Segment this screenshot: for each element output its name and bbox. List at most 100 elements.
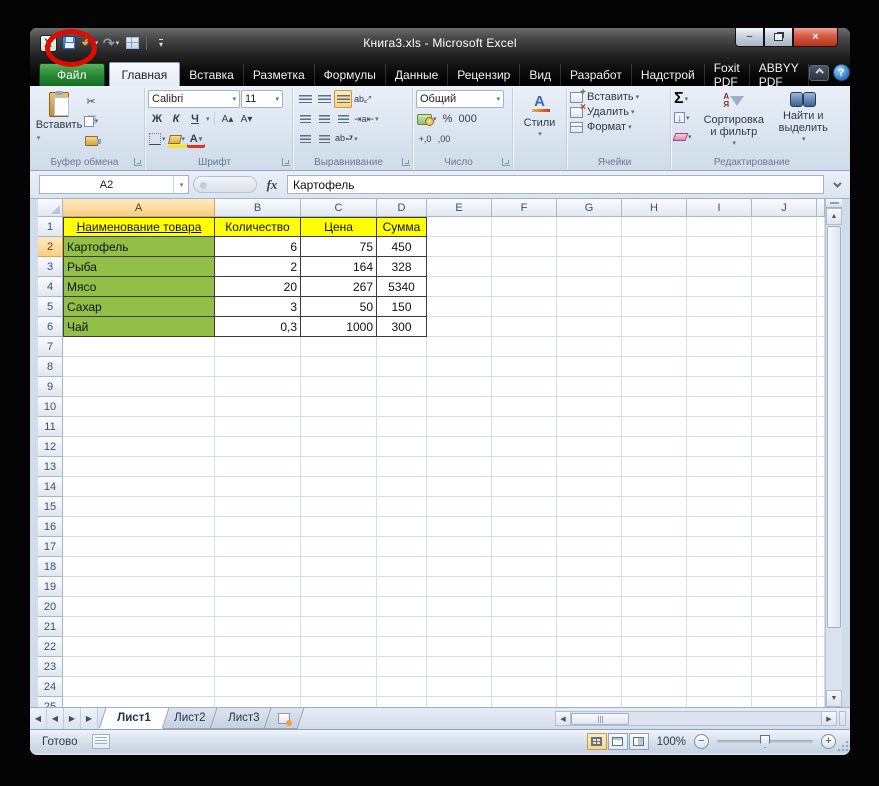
cell-G10[interactable] (557, 397, 622, 417)
cell-A14[interactable] (63, 477, 215, 497)
cell-D1[interactable]: Сумма (377, 217, 427, 237)
cell-D7[interactable] (377, 337, 427, 357)
row-header-7[interactable]: 7 (38, 337, 63, 357)
tab-надстрой[interactable]: Надстрой (632, 64, 705, 86)
cell-F8[interactable] (492, 357, 557, 377)
cell-J13[interactable] (752, 457, 817, 477)
font-family-combo[interactable]: Calibri ▾ (148, 90, 240, 108)
prev-sheet-button[interactable]: ◀ (47, 708, 64, 729)
cell-I20[interactable] (687, 597, 752, 617)
cell-F20[interactable] (492, 597, 557, 617)
cell-E21[interactable] (427, 617, 492, 637)
column-header-H[interactable]: H (622, 199, 687, 217)
cell-A15[interactable] (63, 497, 215, 517)
cell-I22[interactable] (687, 637, 752, 657)
cell-B21[interactable] (215, 617, 301, 637)
cell-I2[interactable] (687, 237, 752, 257)
cell-D13[interactable] (377, 457, 427, 477)
cell-E11[interactable] (427, 417, 492, 437)
row-header-1[interactable]: 1 (38, 217, 63, 237)
cell-J15[interactable] (752, 497, 817, 517)
cell-J1[interactable] (752, 217, 817, 237)
cell-G13[interactable] (557, 457, 622, 477)
cell-G4[interactable] (557, 277, 622, 297)
resize-grip[interactable] (837, 740, 848, 751)
cell-H24[interactable] (622, 677, 687, 697)
cell-F18[interactable] (492, 557, 557, 577)
page-break-view-button[interactable] (628, 733, 649, 750)
cell-B15[interactable] (215, 497, 301, 517)
cell-A9[interactable] (63, 377, 215, 397)
cell-I14[interactable] (687, 477, 752, 497)
cell-J21[interactable] (752, 617, 817, 637)
cell-J3[interactable] (752, 257, 817, 277)
cell-E12[interactable] (427, 437, 492, 457)
cell-G9[interactable] (557, 377, 622, 397)
cell-G6[interactable] (557, 317, 622, 337)
scroll-right-button[interactable]: ▶ (821, 711, 837, 726)
increase-indent-button[interactable] (315, 130, 333, 148)
cell-D19[interactable] (377, 577, 427, 597)
cell-H25[interactable] (622, 697, 687, 707)
close-button[interactable]: × (793, 28, 838, 47)
cell-H17[interactable] (622, 537, 687, 557)
cell-B23[interactable] (215, 657, 301, 677)
cell-J20[interactable] (752, 597, 817, 617)
cell-I8[interactable] (687, 357, 752, 377)
expand-formula-bar-button[interactable] (828, 175, 844, 194)
cell-E2[interactable] (427, 237, 492, 257)
cell-G14[interactable] (557, 477, 622, 497)
next-sheet-button[interactable]: ▶ (64, 708, 81, 729)
cell-C7[interactable] (301, 337, 377, 357)
column-header-D[interactable]: D (377, 199, 427, 217)
cell-H2[interactable] (622, 237, 687, 257)
tab-вставка[interactable]: Вставка (180, 64, 244, 86)
cell-C9[interactable] (301, 377, 377, 397)
cell-C18[interactable] (301, 557, 377, 577)
cell-J23[interactable] (752, 657, 817, 677)
column-header-E[interactable]: E (427, 199, 492, 217)
cell-A21[interactable] (63, 617, 215, 637)
cell-C4[interactable]: 267 (301, 277, 377, 297)
cell-J6[interactable] (752, 317, 817, 337)
horizontal-scrollbar[interactable]: ◀ ▶ (555, 708, 850, 729)
cell-C2[interactable]: 75 (301, 237, 377, 257)
underline-button[interactable]: Ч (186, 110, 204, 128)
cell-A11[interactable] (63, 417, 215, 437)
cell-E20[interactable] (427, 597, 492, 617)
cell-G5[interactable] (557, 297, 622, 317)
cell-F24[interactable] (492, 677, 557, 697)
cell-J7[interactable] (752, 337, 817, 357)
column-header-B[interactable]: B (215, 199, 301, 217)
cell-H19[interactable] (622, 577, 687, 597)
cell-D23[interactable] (377, 657, 427, 677)
cell-D18[interactable] (377, 557, 427, 577)
row-header-8[interactable]: 8 (38, 357, 63, 377)
cell-E19[interactable] (427, 577, 492, 597)
decrease-indent-button[interactable] (296, 130, 314, 148)
cell-I4[interactable] (687, 277, 752, 297)
cell-D20[interactable] (377, 597, 427, 617)
cell-A17[interactable] (63, 537, 215, 557)
italic-button[interactable]: К (167, 110, 185, 128)
cell-D3[interactable]: 328 (377, 257, 427, 277)
cell-H22[interactable] (622, 637, 687, 657)
tab-главная[interactable]: Главная (108, 62, 181, 86)
autosum-button[interactable]: Σ ▾ (674, 90, 699, 107)
cell-D15[interactable] (377, 497, 427, 517)
cell-J16[interactable] (752, 517, 817, 537)
cell-B3[interactable]: 2 (215, 257, 301, 277)
column-header-A[interactable]: A (63, 199, 215, 217)
cell-E22[interactable] (427, 637, 492, 657)
row-header-23[interactable]: 23 (38, 657, 63, 677)
wrap-text-button[interactable]: ab⮐ ▾ (334, 130, 359, 148)
decrease-decimal-button[interactable]: ,00 (435, 130, 453, 148)
cell-F21[interactable] (492, 617, 557, 637)
cell-A19[interactable] (63, 577, 215, 597)
cell-F11[interactable] (492, 417, 557, 437)
cell-B10[interactable] (215, 397, 301, 417)
cell-F13[interactable] (492, 457, 557, 477)
cell-B16[interactable] (215, 517, 301, 537)
cell-H15[interactable] (622, 497, 687, 517)
cell-G15[interactable] (557, 497, 622, 517)
